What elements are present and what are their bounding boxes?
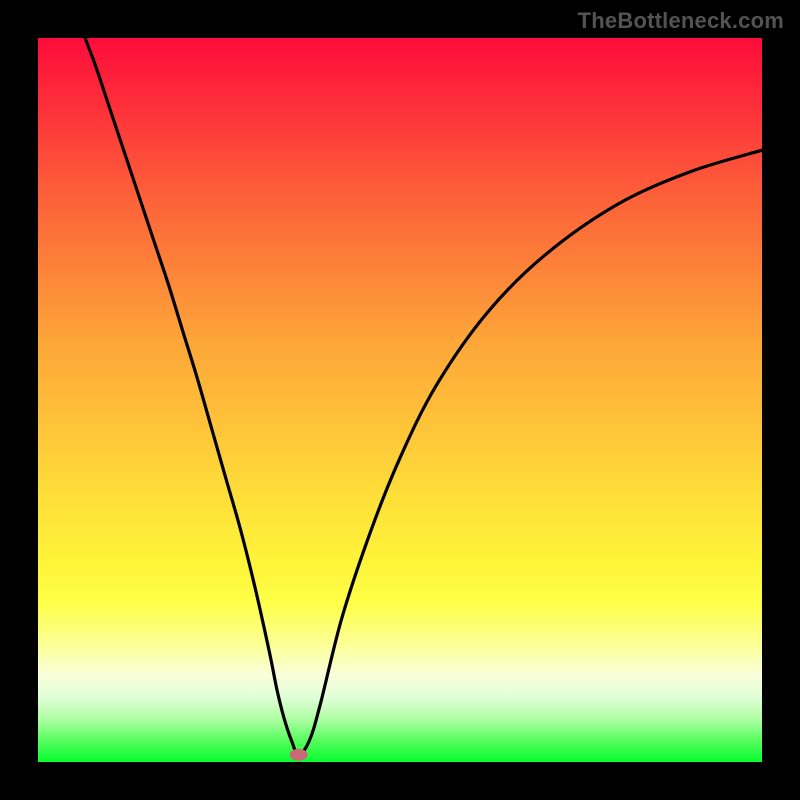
watermark-text: TheBottleneck.com (578, 8, 784, 34)
plot-area (38, 38, 762, 762)
curve-svg (38, 38, 762, 762)
min-marker-icon (290, 749, 308, 761)
chart-root: { "watermark": "TheBottleneck.com", "cha… (0, 0, 800, 800)
bottleneck-curve (85, 38, 762, 755)
